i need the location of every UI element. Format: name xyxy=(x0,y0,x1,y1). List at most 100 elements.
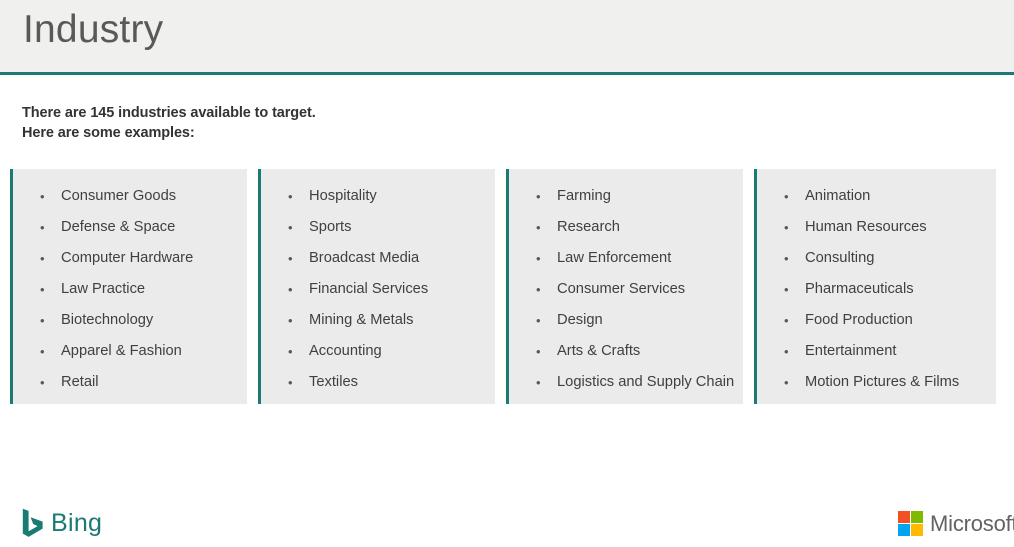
industry-columns: • Consumer Goods • Defense & Space • Com… xyxy=(10,169,996,404)
industry-label: Broadcast Media xyxy=(309,250,420,266)
industry-label: Entertainment xyxy=(805,343,897,359)
microsoft-wordmark: Microsoft xyxy=(930,511,1014,536)
bullet-icon: • xyxy=(288,313,293,328)
bullet-icon: • xyxy=(536,189,541,204)
bullet-icon: • xyxy=(784,189,789,204)
list-item: • Law Enforcement xyxy=(509,243,743,274)
microsoft-square-blue xyxy=(898,524,910,536)
bullet-icon: • xyxy=(784,344,789,359)
bullet-icon: • xyxy=(536,220,541,235)
industry-label: Motion Pictures & Films xyxy=(805,374,960,390)
list-item: • Textiles xyxy=(261,367,495,398)
industry-label: Arts & Crafts xyxy=(557,343,641,359)
list-item: • Pharmaceuticals xyxy=(757,274,996,305)
industry-label: Biotechnology xyxy=(61,312,154,328)
list-item: • Consumer Services xyxy=(509,274,743,305)
industry-label: Farming xyxy=(557,188,611,204)
list-item: • Motion Pictures & Films xyxy=(757,367,996,398)
industry-label: Textiles xyxy=(309,374,358,390)
list-item: • Entertainment xyxy=(757,336,996,367)
intro-text: There are 145 industries available to ta… xyxy=(22,104,316,143)
industry-label: Apparel & Fashion xyxy=(61,343,182,359)
industry-label: Law Practice xyxy=(61,281,146,297)
bullet-icon: • xyxy=(784,220,789,235)
list-item: • Farming xyxy=(509,181,743,212)
list-item: • Apparel & Fashion xyxy=(13,336,247,367)
microsoft-square-red xyxy=(898,511,910,523)
list-item: • Food Production xyxy=(757,305,996,336)
list-item: • Broadcast Media xyxy=(261,243,495,274)
bing-b-logo-icon xyxy=(22,508,43,537)
industry-column-2: • Hospitality • Sports • Broadcast Media… xyxy=(258,169,495,404)
list-item: • Logistics and Supply Chain xyxy=(509,367,743,398)
industry-list-4: • Animation • Human Resources • Consulti… xyxy=(757,181,996,398)
industry-label: Consumer Services xyxy=(557,281,686,297)
industry-label: Logistics and Supply Chain xyxy=(557,374,735,390)
industry-label: Pharmaceuticals xyxy=(805,281,914,297)
list-item: • Design xyxy=(509,305,743,336)
industry-list-3: • Farming • Research • Law Enforcement •… xyxy=(509,181,743,398)
bullet-icon: • xyxy=(40,220,45,235)
page-title: Industry xyxy=(23,8,164,51)
list-item: • Mining & Metals xyxy=(261,305,495,336)
bullet-icon: • xyxy=(536,344,541,359)
list-item: • Defense & Space xyxy=(13,212,247,243)
industry-label: Design xyxy=(557,312,603,328)
slide-header: Industry xyxy=(0,0,1014,75)
list-item: • Retail xyxy=(13,367,247,398)
bing-wordmark: Bing xyxy=(51,509,103,537)
bullet-icon: • xyxy=(536,282,541,297)
list-item: • Human Resources xyxy=(757,212,996,243)
list-item: • Consumer Goods xyxy=(13,181,247,212)
list-item: • Law Practice xyxy=(13,274,247,305)
bullet-icon: • xyxy=(288,251,293,266)
industry-label: Accounting xyxy=(309,343,382,359)
bullet-icon: • xyxy=(288,189,293,204)
bullet-icon: • xyxy=(536,251,541,266)
bullet-icon: • xyxy=(40,251,45,266)
bullet-icon: • xyxy=(40,375,45,390)
bullet-icon: • xyxy=(288,344,293,359)
list-item: • Computer Hardware xyxy=(13,243,247,274)
industry-label: Sports xyxy=(309,219,352,235)
bullet-icon: • xyxy=(40,344,45,359)
bullet-icon: • xyxy=(536,313,541,328)
bullet-icon: • xyxy=(40,313,45,328)
industry-label: Hospitality xyxy=(309,188,377,204)
bullet-icon: • xyxy=(288,375,293,390)
industry-label: Research xyxy=(557,219,620,235)
list-item: • Consulting xyxy=(757,243,996,274)
list-item: • Biotechnology xyxy=(13,305,247,336)
industry-label: Consulting xyxy=(805,250,875,266)
industry-column-1: • Consumer Goods • Defense & Space • Com… xyxy=(10,169,247,404)
list-item: • Animation xyxy=(757,181,996,212)
bullet-icon: • xyxy=(784,375,789,390)
intro-line-2: Here are some examples: xyxy=(22,124,195,141)
industry-label: Retail xyxy=(61,374,99,390)
intro-line-1: There are 145 industries available to ta… xyxy=(22,105,316,121)
bullet-icon: • xyxy=(536,375,541,390)
bullet-icon: • xyxy=(784,313,789,328)
microsoft-four-squares-icon xyxy=(898,511,923,536)
industry-label: Animation xyxy=(805,188,871,204)
bullet-icon: • xyxy=(288,220,293,235)
industry-column-3: • Farming • Research • Law Enforcement •… xyxy=(506,169,743,404)
list-item: • Sports xyxy=(261,212,495,243)
industry-label: Financial Services xyxy=(309,281,429,297)
industry-list-2: • Hospitality • Sports • Broadcast Media… xyxy=(261,181,495,398)
bullet-icon: • xyxy=(40,282,45,297)
industry-label: Mining & Metals xyxy=(309,312,414,328)
industry-list-1: • Consumer Goods • Defense & Space • Com… xyxy=(13,181,247,398)
list-item: • Hospitality xyxy=(261,181,495,212)
microsoft-square-yellow xyxy=(911,524,923,536)
list-item: • Arts & Crafts xyxy=(509,336,743,367)
list-item: • Accounting xyxy=(261,336,495,367)
industry-label: Computer Hardware xyxy=(61,250,194,266)
industry-label: Food Production xyxy=(805,312,913,328)
industry-label: Human Resources xyxy=(805,219,927,235)
list-item: • Financial Services xyxy=(261,274,495,305)
industry-column-4: • Animation • Human Resources • Consulti… xyxy=(754,169,996,404)
bullet-icon: • xyxy=(288,282,293,297)
bullet-icon: • xyxy=(784,251,789,266)
bing-logo: Bing xyxy=(22,508,102,539)
